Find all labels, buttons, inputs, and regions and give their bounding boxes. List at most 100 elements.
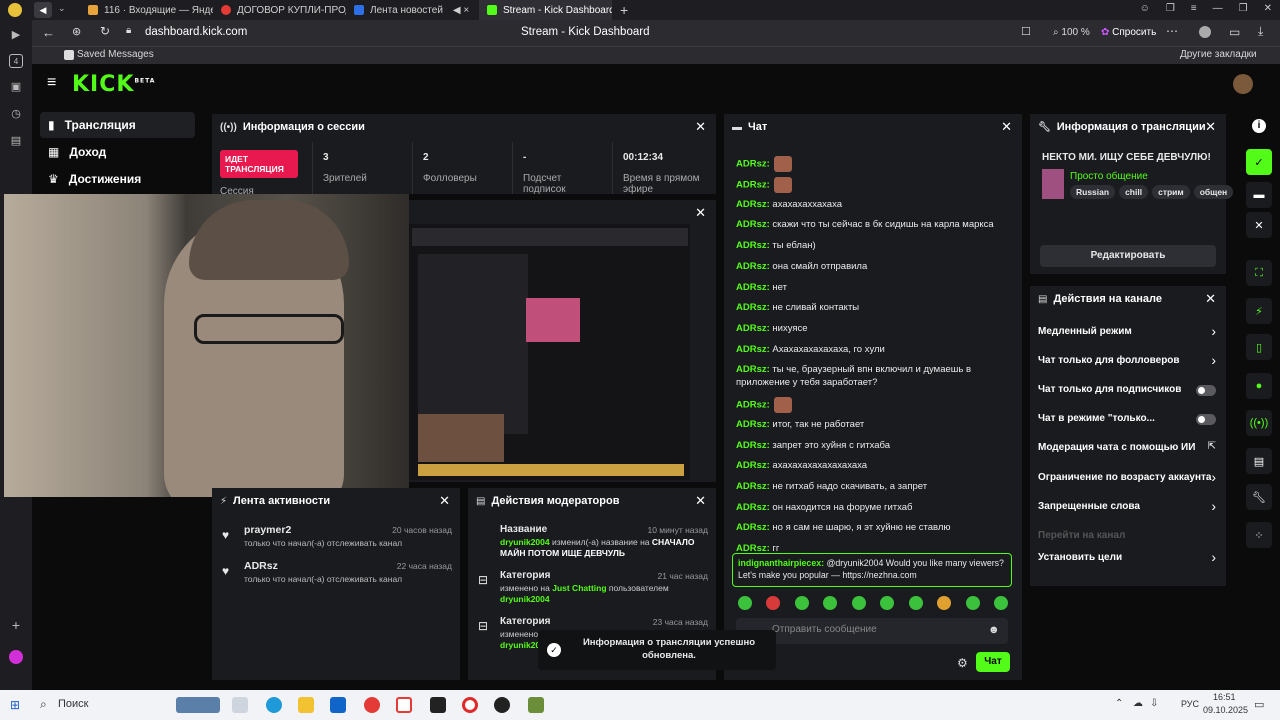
more-icon[interactable]: ⋯ (1166, 24, 1178, 38)
lang-indicator[interactable]: РУС (1181, 699, 1199, 709)
close-icon[interactable]: ✕ (695, 206, 706, 219)
chat-username[interactable]: ADRsz: (736, 440, 770, 451)
channel-action-item[interactable]: Чат в режиме "только... (1030, 409, 1226, 429)
usb-icon[interactable]: ⇩ (1150, 698, 1158, 709)
emote-icon[interactable] (766, 596, 781, 610)
emote-icon[interactable] (937, 596, 952, 610)
close-icon[interactable]: ✕ (1205, 120, 1216, 133)
restore-icon[interactable]: ❐ (1239, 3, 1248, 14)
channel-action-item[interactable]: Чат только для подписчиков (1030, 380, 1226, 400)
emote-icon[interactable] (794, 596, 809, 610)
bookmark-saved-messages[interactable]: Saved Messages (77, 49, 154, 60)
steam-icon[interactable] (494, 697, 510, 713)
tag[interactable]: Russian (1070, 185, 1116, 199)
chat-username[interactable]: ADRsz: (736, 323, 770, 334)
onedrive-icon[interactable]: ☁ (1133, 698, 1143, 709)
new-tab-button[interactable]: + (612, 0, 636, 20)
channel-action-item[interactable]: Ограничение по возрасту аккаунта › (1030, 468, 1226, 488)
emoji-icon[interactable]: ☻ (988, 624, 1000, 636)
stream-category[interactable]: Просто общение (1070, 171, 1148, 182)
app-icon[interactable] (430, 697, 446, 713)
chat-username[interactable]: ADRsz: (736, 522, 770, 533)
tab-news[interactable]: Лента новостей ◀ × (346, 0, 479, 20)
widgets-icon[interactable] (176, 697, 220, 713)
emote-icon[interactable] (993, 596, 1008, 610)
outlook-icon[interactable] (330, 697, 346, 713)
tag[interactable]: chill (1119, 185, 1149, 199)
play-icon[interactable]: ▶ (9, 28, 23, 42)
settings-icon[interactable]: ⚙ (957, 656, 968, 670)
kick-logo[interactable]: KICKBETA (72, 72, 155, 97)
chat-input[interactable]: Отправить сообщение (736, 618, 1008, 644)
check-button[interactable]: ✓ (1246, 149, 1272, 175)
notes-icon[interactable]: ▤ (9, 134, 23, 148)
chat-username[interactable]: ADRsz: (736, 240, 770, 251)
channel-action-item[interactable]: Медленный режим › (1030, 322, 1226, 342)
chat-username[interactable]: ADRsz: (736, 261, 770, 272)
clock-date[interactable]: 09.10.2025 (1203, 705, 1248, 715)
chat-username[interactable]: ADRsz: (736, 159, 770, 170)
search-icon[interactable]: ⌕ (40, 697, 47, 712)
close-icon[interactable]: ✕ (1001, 120, 1012, 133)
tab-mail[interactable]: 116 · Входящие — Яндекс (80, 0, 213, 20)
mute-icon[interactable]: ◀ × (453, 5, 469, 16)
toggle-switch[interactable] (1196, 414, 1216, 425)
apps-icon[interactable]: ⁘ (1246, 522, 1272, 548)
alice-icon[interactable] (1199, 26, 1211, 38)
other-bookmarks[interactable]: Другие закладки (1180, 49, 1257, 60)
broadcast-rail-icon[interactable]: ((•)) (1246, 410, 1272, 436)
chat-bubble-icon[interactable]: ● (1246, 373, 1272, 399)
channel-action-item[interactable]: Модерация чата с помощью ИИ ⇱ (1030, 438, 1226, 458)
chat-username[interactable]: ADRsz: (736, 400, 770, 411)
menu-icon[interactable]: ≡ (1191, 3, 1197, 14)
layout-icon[interactable]: ▬ (1246, 182, 1272, 208)
close-icon[interactable]: ✕ (695, 494, 706, 507)
opera-icon[interactable] (462, 697, 478, 713)
chat-username[interactable]: ADRsz: (736, 282, 770, 293)
wrench-rail-icon[interactable]: 🔧︎ (1246, 484, 1272, 510)
chat-username[interactable]: ADRsz: (736, 219, 770, 230)
chat-username[interactable]: ADRsz: (736, 199, 770, 210)
channel-action-item[interactable]: Чат только для фолловеров › (1030, 351, 1226, 371)
tab-list-chevron-icon[interactable]: ⌄ (58, 3, 66, 14)
yandex-browser-icon[interactable] (396, 697, 412, 713)
extension-icon[interactable]: ☺ (1140, 3, 1150, 14)
minecraft-icon[interactable] (528, 697, 544, 713)
sidebar-item-income[interactable]: ▦ Доход (40, 139, 195, 165)
channel-action-item[interactable]: Установить цели › (1030, 548, 1226, 568)
info-icon[interactable]: i (1252, 119, 1266, 133)
chat-username[interactable]: ADRsz: (736, 481, 770, 492)
emote-icon[interactable] (738, 596, 752, 610)
badge-icon[interactable]: 4 (9, 54, 23, 68)
zoom-level[interactable]: ⌕ 100 % (1053, 27, 1090, 38)
minimize-icon[interactable]: — (1213, 3, 1223, 14)
chat-username[interactable]: ADRsz: (736, 344, 770, 355)
emote-icon[interactable] (851, 596, 866, 610)
panels-icon[interactable]: ▤ (1246, 448, 1272, 474)
tag[interactable]: стрим (1152, 185, 1190, 199)
taskbar-search[interactable]: Поиск (58, 698, 88, 710)
sidebar-item-broadcast[interactable]: ▮ Трансляция (40, 112, 195, 138)
chat-username[interactable]: ADRsz: (736, 419, 770, 430)
add-icon[interactable]: + (9, 618, 23, 632)
download-icon[interactable]: ⤓ (1258, 24, 1263, 39)
notification-icon[interactable]: ▭ (1254, 698, 1264, 711)
chat-username[interactable]: ADRsz: (736, 364, 770, 375)
url-field[interactable]: dashboard.kick.com (145, 26, 247, 38)
chat-username[interactable]: ADRsz: (736, 180, 770, 191)
emote-icon[interactable] (823, 596, 838, 610)
bookmark-icon[interactable]: ☐ (1021, 25, 1031, 38)
chat-username[interactable]: ADRsz: (736, 302, 770, 313)
clip-icon[interactable]: ⛶ (1246, 260, 1272, 286)
hamburger-menu-icon[interactable]: ≡ (47, 74, 56, 92)
bolt-icon[interactable]: ⚡ (1246, 298, 1272, 324)
tab-kick-dashboard[interactable]: Stream - Kick Dashboard× (479, 0, 612, 20)
close-icon[interactable]: ✕ (1205, 292, 1216, 305)
close-window-icon[interactable]: ✕ (1264, 3, 1272, 14)
edge-icon[interactable] (266, 697, 282, 713)
protect-icon[interactable]: ⊛ (72, 25, 81, 38)
close-rail-icon[interactable]: ✕ (1246, 212, 1272, 238)
chat-username[interactable]: ADRsz: (736, 502, 770, 513)
phone-icon[interactable]: ▯ (1246, 334, 1272, 360)
send-chat-button[interactable]: Чат (976, 652, 1010, 672)
